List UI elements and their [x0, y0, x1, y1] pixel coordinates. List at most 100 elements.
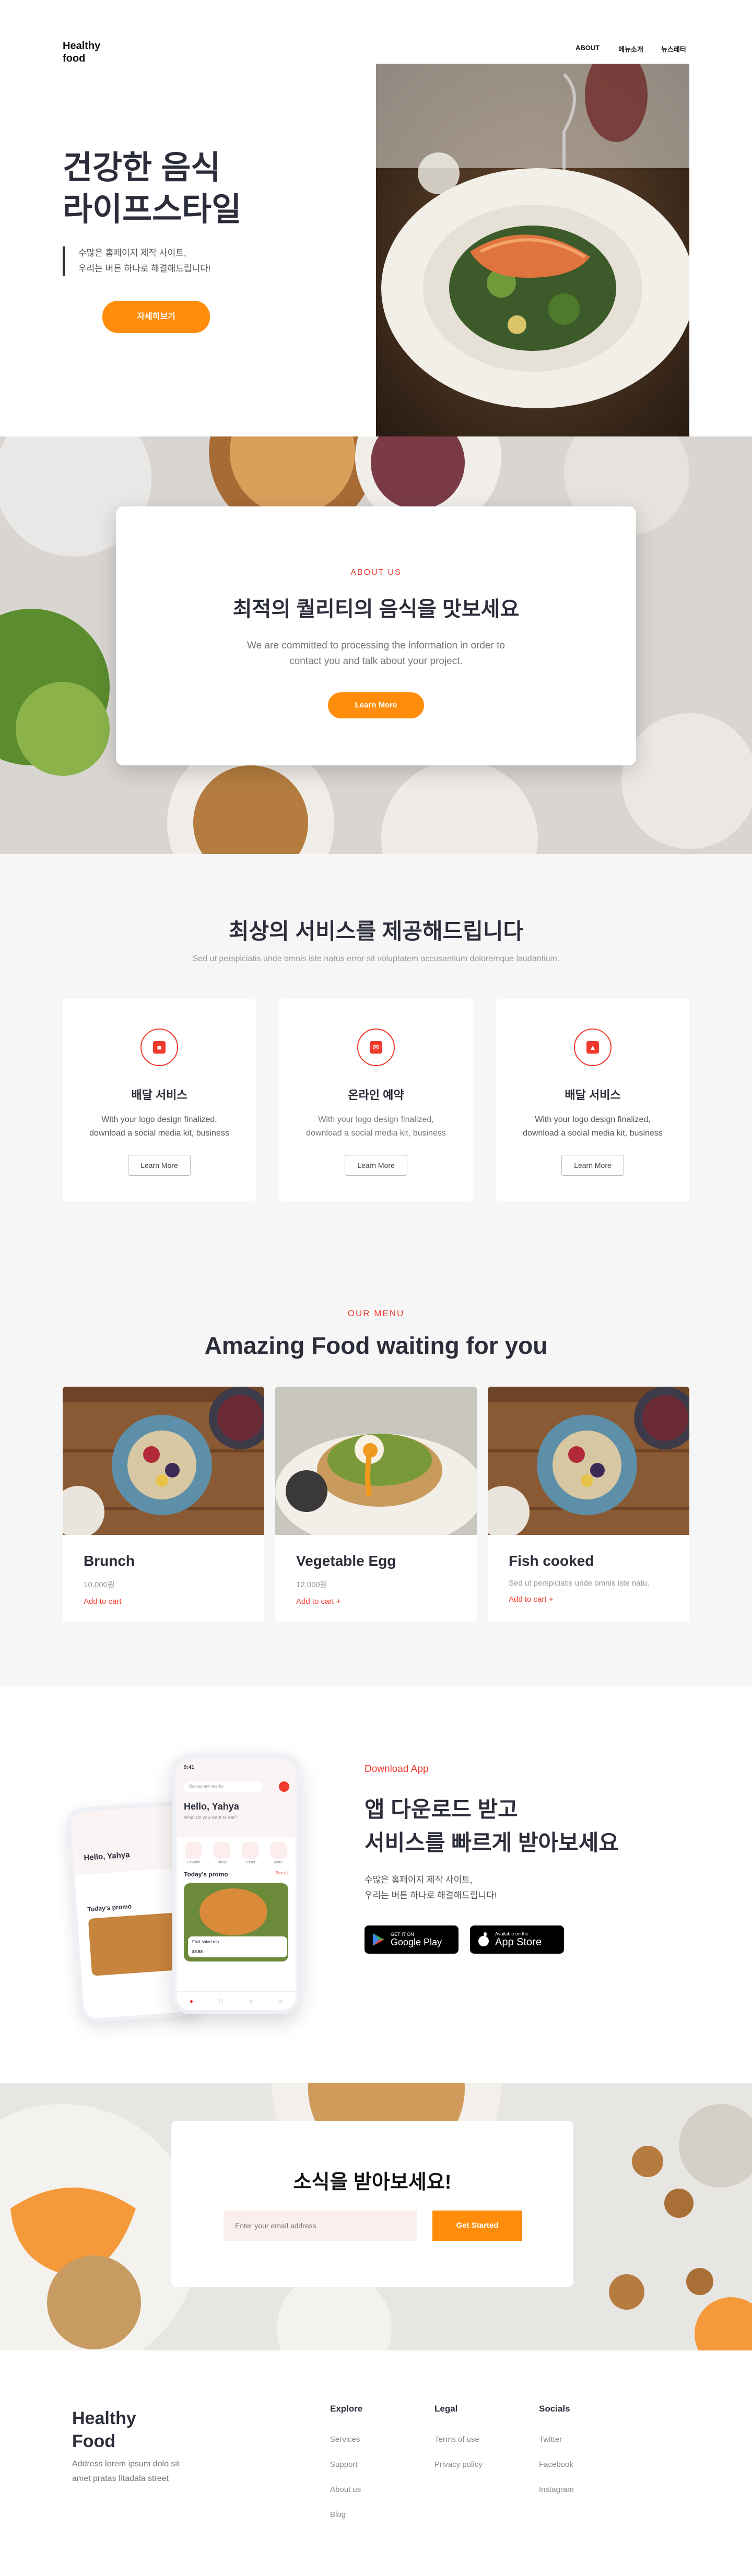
category-label: Trend	[245, 1861, 255, 1864]
phone-tab-bar: ● □ ○ ○	[177, 1991, 296, 2010]
menu-item-price: 10,000원	[84, 1580, 115, 1589]
phone-categories: Favorite Cheap Trend More	[177, 1837, 296, 1864]
hero-title-line2: 라이프스타일	[63, 192, 242, 228]
search-icon[interactable]: ○	[249, 1998, 253, 2005]
footer-link-terms[interactable]: Terms of use	[434, 2435, 479, 2444]
phone-promo-card[interactable]: Fruit salad mix $8.88	[184, 1883, 288, 1961]
calendar-icon[interactable]: □	[219, 1998, 223, 2005]
app-store-button[interactable]: Available on the App Store	[470, 1925, 564, 1954]
grid-icon	[270, 1842, 287, 1859]
phone-promo-price: $8.88	[192, 1949, 203, 1954]
phone-back-food-image	[88, 1912, 181, 1976]
app-kicker: Download App	[365, 1764, 429, 1775]
service-text: With your logo design finalized, downloa…	[496, 1113, 689, 1140]
hero-salmon-photo	[376, 64, 689, 436]
phone-time: 9:41	[184, 1765, 195, 1770]
service-card-delivery-2: ▲ 배달 서비스 With your logo design finalized…	[496, 999, 689, 1201]
menu-item-name: Brunch	[84, 1553, 135, 1569]
footer-link-support[interactable]: Support	[330, 2460, 358, 2469]
footer-link-twitter[interactable]: Twitter	[539, 2435, 562, 2444]
menu-item-name: Fish cooked	[509, 1553, 594, 1569]
folder-icon: ▲	[574, 1029, 612, 1066]
newsletter-email-input[interactable]	[224, 2211, 417, 2241]
app-title-line2: 서비스를 빠르게 받아보세요	[365, 1830, 619, 1855]
newsletter-card: 소식을 받아보세요! Get Started	[171, 2121, 573, 2287]
hero-title: 건강한 음식 라이프스타일	[63, 147, 355, 231]
phone-see-all[interactable]: See all	[276, 1871, 288, 1878]
app-description: 수많은 홈페이지 제작 사이트, 우리는 버튼 하나로 해결해드립니다!	[365, 1872, 584, 1904]
hero-accent-bar	[63, 246, 65, 276]
phone-search[interactable]: Restaurant nearby	[184, 1781, 262, 1792]
phone-promo-title: Today's promo	[184, 1871, 228, 1878]
footer-link-facebook[interactable]: Facebook	[539, 2460, 573, 2469]
category-favorite[interactable]: Favorite	[185, 1842, 202, 1864]
phone-search-icon[interactable]	[279, 1781, 289, 1792]
footer-link-privacy[interactable]: Privacy policy	[434, 2460, 483, 2469]
hero-detail-button[interactable]: 자세히보기	[102, 301, 210, 333]
service-text: With your logo design finalized, downloa…	[279, 1113, 473, 1140]
menu-item-price: 12,000원	[296, 1580, 327, 1589]
add-to-cart-link[interactable]: Add to cart +	[509, 1595, 689, 1604]
footer-link-services[interactable]: Services	[330, 2435, 360, 2444]
service-learn-more-button[interactable]: Learn More	[561, 1155, 624, 1176]
phone-greeting: Hello, Yahya	[184, 1801, 239, 1812]
phone-header: 9:41 Restaurant nearby Hello, Yahya What…	[177, 1758, 296, 1837]
footer-logo-line2: Food	[72, 2431, 116, 2451]
about-learn-more-button[interactable]: Learn More	[328, 692, 424, 718]
category-label: Cheap	[216, 1861, 228, 1864]
hero-desc-line1: 수많은 홈페이지 제작 사이트,	[78, 248, 186, 258]
hero-description: 수많은 홈페이지 제작 사이트, 우리는 버튼 하나로 해결해드립니다!	[78, 245, 277, 277]
service-text-line2: download a social media kit, business	[306, 1129, 446, 1138]
add-to-cart-link[interactable]: Add to cart +	[296, 1597, 477, 1606]
google-play-icon	[373, 1933, 384, 1946]
brunch-photo	[63, 1387, 264, 1535]
footer-logo-line1: Healthy	[72, 2408, 136, 2428]
about-title: 최적의 퀄리티의 음식을 맛보세요	[232, 598, 520, 621]
nav-newsletter[interactable]: 뉴스레터	[661, 44, 686, 54]
mail-icon: ✉	[357, 1029, 395, 1066]
menu-card-vegetable-egg[interactable]: Vegetable Egg 12,000원 Add to cart +	[275, 1387, 477, 1622]
service-text-line2: download a social media kit, business	[89, 1129, 229, 1138]
footer-link-about[interactable]: About us	[330, 2485, 361, 2494]
service-learn-more-button[interactable]: Learn More	[345, 1155, 407, 1176]
menu-kicker: OUR MENU	[347, 1308, 405, 1318]
category-trend[interactable]: Trend	[242, 1842, 258, 1864]
app-store-big: App Store	[495, 1936, 542, 1948]
category-cheap[interactable]: Cheap	[214, 1842, 230, 1864]
user-icon[interactable]: ○	[279, 1998, 283, 2005]
service-text: With your logo design finalized, downloa…	[63, 1113, 256, 1140]
service-learn-more-button[interactable]: Learn More	[128, 1155, 191, 1176]
phone-promo-info: Fruit salad mix $8.88	[188, 1936, 287, 1957]
footer-address: Address lorem ipsum dolo sit amet pratas…	[72, 2457, 208, 2486]
service-title: 배달 서비스	[131, 1089, 187, 1102]
vegetable-egg-photo	[275, 1387, 477, 1535]
document-icon: ■	[140, 1029, 178, 1066]
app-store-text: Available on the App Store	[495, 1931, 542, 1948]
service-text-line1: With your logo design finalized,	[535, 1115, 651, 1124]
menu-card-brunch[interactable]: Brunch 10,000원 Add to cart	[63, 1387, 264, 1622]
app-title-line1: 앱 다운로드 받고	[365, 1797, 518, 1822]
phone-question: What do you want to eat?	[184, 1815, 238, 1820]
service-text-line1: With your logo design finalized,	[318, 1115, 434, 1124]
site-logo[interactable]: Healthy food	[63, 40, 100, 65]
footer-logo[interactable]: Healthy Food	[72, 2407, 136, 2453]
about-text: We are committed to processing the infor…	[247, 640, 505, 667]
google-play-button[interactable]: GET IT ON Google Play	[365, 1925, 459, 1954]
newsletter-submit-button[interactable]: Get Started	[432, 2211, 522, 2241]
footer-link-blog[interactable]: Blog	[330, 2510, 346, 2519]
hero-desc-line2: 우리는 버튼 하나로 해결해드립니다!	[78, 264, 211, 274]
add-to-cart-link[interactable]: Add to cart	[84, 1597, 264, 1606]
newsletter-title: 소식을 받아보세요!	[293, 2171, 452, 2193]
menu-item-description: Sed ut perspiciatis unde omnis iste natu…	[509, 1579, 650, 1588]
home-icon[interactable]: ●	[190, 1998, 193, 2005]
footer-link-instagram[interactable]: Instagram	[539, 2485, 574, 2494]
apple-icon	[478, 1932, 489, 1946]
category-more[interactable]: More	[270, 1842, 287, 1864]
nav-menu[interactable]: 메뉴소개	[618, 44, 643, 54]
logo-line1: Healthy	[63, 40, 101, 52]
nav-about[interactable]: ABOUT	[575, 44, 600, 52]
menu-card-fish[interactable]: Fish cooked Sed ut perspiciatis unde omn…	[488, 1387, 689, 1622]
trend-icon	[242, 1842, 258, 1859]
menu-title: Amazing Food waiting for you	[204, 1332, 548, 1359]
about-kicker: ABOUT US	[350, 568, 402, 577]
